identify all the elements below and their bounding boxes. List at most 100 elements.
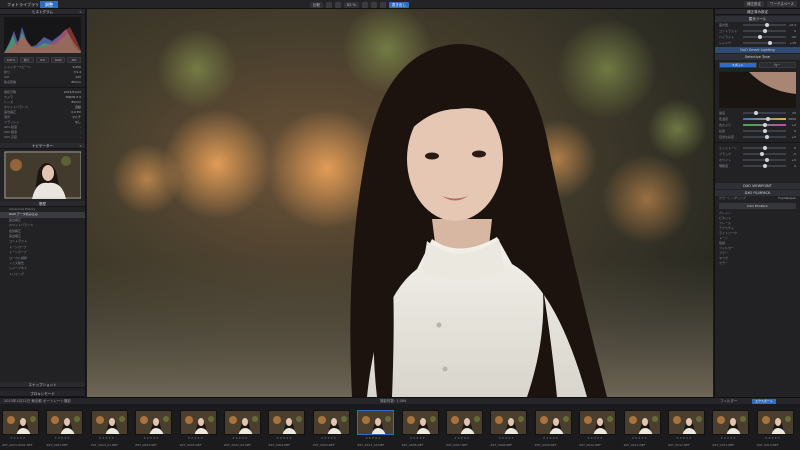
snapshot-header[interactable]: スナップショット: [0, 382, 85, 388]
slider-knob[interactable]: [762, 164, 767, 169]
film-thumbnail[interactable]: [46, 410, 84, 435]
film-thumbnail[interactable]: [312, 410, 350, 435]
tab-develop[interactable]: 調整: [40, 1, 58, 8]
rating-stars[interactable]: ★★★★★: [765, 436, 781, 440]
slider-knob[interactable]: [765, 135, 770, 140]
slider-knob[interactable]: [765, 117, 770, 122]
rating-stars[interactable]: ★★★★★: [498, 436, 514, 440]
rating-stars[interactable]: ★★★★★: [587, 436, 603, 440]
presets-header[interactable]: 補正済み設定: [715, 9, 800, 15]
rating-stars[interactable]: ★★★★★: [365, 436, 381, 440]
slider-track[interactable]: [743, 111, 786, 116]
eye-icon[interactable]: [379, 1, 386, 8]
mode-chip[interactable]: ISO: [35, 57, 50, 63]
rating-stars[interactable]: ★★★★★: [99, 436, 115, 440]
close-icon[interactable]: ×: [79, 9, 82, 15]
histogram-header[interactable]: ヒストグラム ×: [0, 9, 85, 15]
slider-track[interactable]: [743, 123, 786, 128]
brush-icon[interactable]: [370, 1, 377, 8]
grid-icon[interactable]: [326, 1, 332, 8]
workspace-button[interactable]: ワークスペース: [767, 1, 797, 7]
toggle-uniform[interactable]: 均一: [758, 62, 796, 68]
film-thumbnail[interactable]: [2, 410, 39, 435]
mode-chip[interactable]: 絞り: [19, 57, 34, 63]
slider-row[interactable]: シャドウ +15: [715, 40, 800, 46]
slider-track[interactable]: [743, 117, 786, 122]
rating-stars[interactable]: ★★★★★: [143, 436, 159, 440]
film-thumbnail[interactable]: [712, 410, 750, 435]
rating-stars[interactable]: ★★★★★: [720, 436, 736, 440]
preset-button[interactable]: 補正設定: [744, 1, 765, 7]
split-view-icon[interactable]: [335, 1, 341, 8]
history-item[interactable]: トリミング: [0, 272, 85, 277]
slider-knob[interactable]: [764, 158, 769, 163]
slider-knob[interactable]: [767, 41, 772, 46]
tab-photolibrary[interactable]: フォトライブラリ: [2, 1, 44, 8]
film-thumbnail[interactable]: [579, 410, 617, 435]
slider-knob[interactable]: [762, 29, 767, 34]
film-thumbnail[interactable]: [179, 410, 217, 435]
slider-knob[interactable]: [758, 35, 763, 40]
film-thumbnail[interactable]: [446, 410, 483, 435]
slider-track[interactable]: [743, 164, 786, 169]
rating-stars[interactable]: ★★★★★: [10, 436, 26, 440]
film-thumbnail[interactable]: [534, 410, 572, 435]
slider-track[interactable]: [743, 146, 786, 151]
crop-icon[interactable]: [361, 1, 368, 8]
rating-stars[interactable]: ★★★★★: [321, 436, 337, 440]
main-image-viewer[interactable]: [87, 9, 713, 397]
navigator-thumbnail[interactable]: [4, 151, 81, 199]
toggle-spot[interactable]: スポット: [719, 62, 757, 68]
slider-knob[interactable]: [763, 123, 768, 128]
slider-knob[interactable]: [764, 23, 769, 28]
close-icon[interactable]: ×: [79, 143, 82, 149]
film-thumbnail[interactable]: [224, 410, 261, 435]
filmpack-button[interactable]: DxO FilmPack: [719, 203, 796, 209]
film-thumbnail[interactable]: [756, 410, 794, 435]
film-thumbnail[interactable]: [135, 410, 173, 435]
rating-stars[interactable]: ★★★★★: [410, 436, 426, 440]
slider-track[interactable]: [743, 129, 786, 134]
slider-track[interactable]: [743, 152, 786, 157]
slider-knob[interactable]: [760, 152, 765, 157]
viewpoint-header[interactable]: DXO VIEWPOINT: [715, 183, 800, 189]
slider-track[interactable]: [743, 29, 786, 34]
film-thumbnail[interactable]: [357, 410, 395, 435]
history-header[interactable]: 履歴: [0, 201, 85, 207]
slider-label: ブラック: [719, 152, 732, 156]
film-thumbnail[interactable]: [401, 410, 439, 435]
mode-chip[interactable]: RAW: [51, 57, 66, 63]
film-thumbnail[interactable]: [490, 410, 528, 435]
rating-stars[interactable]: ★★★★★: [188, 436, 204, 440]
rating-stars[interactable]: ★★★★★: [454, 436, 470, 440]
filmpack-value[interactable]: Fuji Neopan: [778, 196, 796, 201]
film-thumbnail[interactable]: [268, 410, 306, 435]
slider-track[interactable]: [743, 135, 786, 140]
film-thumbnail[interactable]: [668, 410, 705, 435]
rating-stars[interactable]: ★★★★★: [543, 436, 559, 440]
slider-track[interactable]: [743, 23, 786, 28]
slider-track[interactable]: [743, 41, 786, 46]
slider-knob[interactable]: [762, 146, 767, 151]
rating-stars[interactable]: ★★★★★: [232, 436, 248, 440]
navigator-header[interactable]: ナビゲーター ×: [0, 143, 85, 149]
zoom-select[interactable]: 82 %: [344, 1, 359, 8]
slider-knob[interactable]: [753, 111, 758, 116]
slider-track[interactable]: [743, 158, 786, 163]
slider-row[interactable]: 自然な彩度 +5: [715, 134, 800, 140]
film-thumbnail[interactable]: [623, 410, 661, 435]
film-thumbnail[interactable]: [90, 410, 128, 435]
mode-chip[interactable]: 100%: [4, 57, 18, 63]
slider-track[interactable]: [743, 35, 786, 40]
slider-row[interactable]: 明瞭度 0: [715, 163, 800, 169]
smart-lighting-header[interactable]: DxO Smart Lighting: [715, 47, 800, 53]
rating-stars[interactable]: ★★★★★: [676, 436, 692, 440]
export-button[interactable]: 書き出し: [388, 1, 409, 8]
rating-stars[interactable]: ★★★★★: [276, 436, 292, 440]
mode-chip[interactable]: JPG: [67, 57, 81, 63]
rating-stars[interactable]: ★★★★★: [632, 436, 648, 440]
slider-knob[interactable]: [762, 129, 767, 134]
compare-button[interactable]: 比較: [310, 1, 323, 8]
rating-stars[interactable]: ★★★★★: [54, 436, 70, 440]
list-row[interactable]: カラー: [715, 261, 800, 266]
